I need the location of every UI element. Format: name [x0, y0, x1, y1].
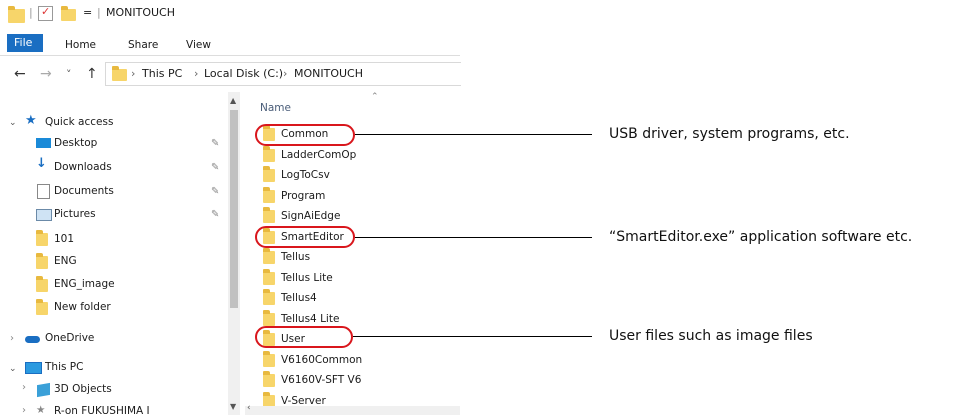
breadcrumb-this-pc[interactable]: This PC: [142, 67, 182, 81]
list-item[interactable]: Tellus4 Lite: [281, 312, 339, 326]
back-arrow-icon[interactable]: ←: [14, 67, 26, 81]
callout-line-common: [355, 134, 592, 135]
folder-icon: [263, 268, 275, 285]
nav-item-desktop[interactable]: Desktop: [54, 136, 97, 150]
list-item[interactable]: LogToCsv: [281, 168, 330, 182]
list-item[interactable]: LadderComOp: [281, 148, 356, 162]
highlight-common: [255, 124, 355, 146]
folder-icon: [112, 66, 127, 81]
highlight-user: [255, 326, 353, 348]
title-separator: |: [97, 6, 101, 19]
nav-item-downloads[interactable]: Downloads: [54, 160, 112, 174]
scroll-left-icon[interactable]: ‹: [247, 403, 251, 413]
folder-icon: [36, 253, 48, 269]
folder-icon: [263, 289, 275, 305]
up-arrow-icon[interactable]: ↑: [86, 67, 98, 81]
list-item[interactable]: SignAiEdge: [281, 209, 340, 223]
forward-arrow-icon[interactable]: →: [40, 67, 52, 81]
scrollbar-thumb[interactable]: [230, 110, 238, 308]
highlight-smarteditor: [255, 226, 355, 248]
nav-item-documents[interactable]: Documents: [54, 184, 114, 198]
pin-icon[interactable]: ✎: [211, 162, 219, 173]
nav-user-folder[interactable]: R-on FUKUSHIMA I: [54, 404, 150, 418]
nav-3d-objects[interactable]: 3D Objects: [54, 382, 112, 396]
tab-file[interactable]: File: [7, 34, 43, 52]
collapse-chevron-icon[interactable]: ›: [22, 381, 26, 395]
nav-item-eng[interactable]: ENG: [54, 254, 77, 268]
folder-icon: [36, 230, 48, 246]
nav-item-eng-image[interactable]: ENG_image: [54, 277, 115, 291]
tab-share[interactable]: Share: [128, 38, 158, 52]
callout-line-user: [353, 336, 592, 337]
collapse-chevron-icon[interactable]: ›: [22, 404, 26, 418]
folder-icon: [263, 248, 275, 264]
list-item[interactable]: V6160V-SFT V6: [281, 373, 361, 387]
list-item[interactable]: V6160Common: [281, 353, 362, 367]
cloud-icon: [25, 336, 40, 343]
nav-this-pc[interactable]: This PC: [45, 360, 83, 374]
breadcrumb-separator: ›: [194, 67, 199, 80]
horizontal-scrollbar[interactable]: ‹: [245, 403, 460, 415]
annotation-smarteditor: “SmartEditor.exe” application software e…: [609, 229, 913, 245]
folder-icon: [36, 276, 48, 292]
collapse-chevron-icon[interactable]: ›: [10, 332, 14, 346]
nav-quick-access[interactable]: Quick access: [45, 115, 113, 129]
star-icon: ★: [25, 113, 37, 128]
computer-icon: [25, 362, 42, 374]
folder-icon: [263, 145, 275, 162]
nav-onedrive[interactable]: OneDrive: [45, 331, 94, 345]
nav-scrollbar[interactable]: ▲ ▼: [228, 92, 240, 415]
folder-icon: [263, 350, 275, 367]
expand-chevron-icon[interactable]: ⌄: [9, 362, 17, 376]
folder-icon: [263, 371, 275, 387]
list-item[interactable]: Tellus4: [281, 291, 317, 305]
callout-line-smarteditor: [355, 237, 592, 238]
ribbon-divider: [0, 55, 460, 56]
folder-icon: [263, 309, 275, 326]
list-item[interactable]: Tellus Lite: [281, 271, 333, 285]
nav-item-101[interactable]: 101: [54, 232, 74, 246]
scroll-down-icon[interactable]: ▼: [230, 402, 236, 411]
cube-icon: [37, 382, 50, 398]
list-item[interactable]: Tellus: [281, 250, 310, 264]
properties-icon[interactable]: ✓: [38, 5, 53, 21]
folder-icon: [8, 6, 25, 23]
folder-icon: [263, 186, 275, 203]
tab-home[interactable]: Home: [65, 38, 96, 52]
pin-icon[interactable]: ✎: [211, 186, 219, 197]
breadcrumb-separator: ›: [283, 67, 288, 80]
breadcrumb-local-disk[interactable]: Local Disk (C:): [204, 67, 283, 81]
breadcrumb-monitouch[interactable]: MONITOUCH: [294, 67, 363, 81]
scroll-up-icon[interactable]: ▲: [230, 96, 236, 105]
breadcrumb-separator: ›: [131, 67, 136, 80]
download-icon: ↓: [36, 156, 47, 171]
pin-icon[interactable]: ✎: [211, 138, 219, 149]
column-header-name[interactable]: Name: [260, 101, 291, 115]
tab-view[interactable]: View: [186, 38, 211, 52]
folder-icon: [36, 299, 48, 315]
folder-icon: [263, 207, 275, 223]
nav-item-new-folder[interactable]: New folder: [54, 300, 111, 314]
navigation-pane: ⌄ ★ Quick access Desktop ✎ ↓ Downloads ✎…: [0, 92, 245, 418]
window-title: MONITOUCH: [106, 6, 176, 19]
qat-dropdown-icon[interactable]: =: [83, 6, 92, 20]
annotation-usb-driver: USB driver, system programs, etc.: [609, 126, 850, 142]
list-item[interactable]: Program: [281, 189, 325, 203]
annotation-user-files: User files such as image files: [609, 328, 813, 344]
desktop-icon: [36, 138, 51, 148]
pin-icon[interactable]: ✎: [211, 209, 219, 220]
nav-item-pictures[interactable]: Pictures: [54, 207, 96, 221]
tab-file-label: File: [14, 36, 33, 49]
address-bar[interactable]: › This PC › Local Disk (C:) › MONITOUCH: [105, 62, 461, 86]
new-folder-icon[interactable]: [61, 6, 76, 21]
document-icon: [37, 184, 50, 199]
sort-up-icon[interactable]: ⌃: [371, 90, 379, 104]
folder-icon: [263, 166, 275, 182]
recent-dropdown-icon[interactable]: ˅: [66, 68, 72, 82]
qat-separator: |: [29, 6, 33, 19]
expand-chevron-icon[interactable]: ⌄: [9, 116, 17, 130]
pictures-icon: [36, 209, 52, 221]
